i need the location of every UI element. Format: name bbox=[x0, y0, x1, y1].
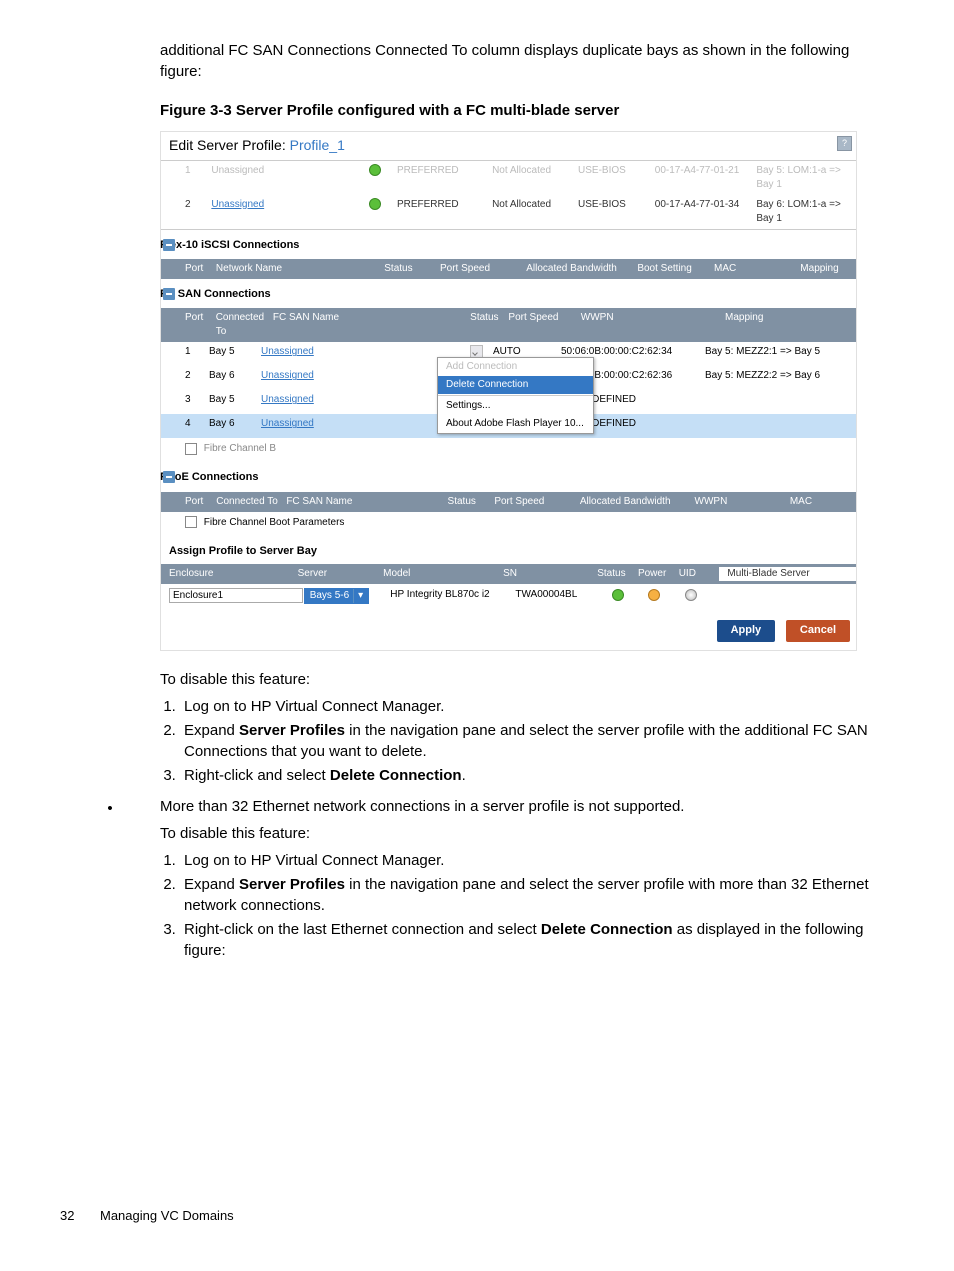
fc-header: Port Connected To FC SAN Name Status Por… bbox=[161, 308, 856, 342]
fc-san-link[interactable]: Unassigned bbox=[261, 346, 314, 357]
chevron-down-icon: ▾ bbox=[353, 589, 367, 603]
bullet-icon: • bbox=[60, 796, 160, 967]
fibre-boot-checkbox-row-2: Fibre Channel Boot Parameters bbox=[161, 512, 856, 536]
page-number: 32 bbox=[60, 1207, 74, 1225]
section-fcsan: FC SAN Connections bbox=[161, 279, 856, 308]
uid-icon[interactable] bbox=[685, 589, 697, 601]
power-icon bbox=[648, 589, 660, 601]
step-item: Expand Server Profiles in the navigation… bbox=[180, 874, 894, 916]
bays-dropdown[interactable]: Bays 5-6▾ bbox=[304, 588, 370, 604]
window-title: Edit Server Profile: Profile_1 bbox=[161, 132, 856, 160]
status-ok-icon bbox=[612, 589, 624, 601]
ctx-about-flash[interactable]: About Adobe Flash Player 10... bbox=[438, 415, 593, 433]
step-item: Log on to HP Virtual Connect Manager. bbox=[180, 850, 894, 871]
fc-san-link[interactable]: Unassigned bbox=[261, 418, 314, 429]
eth-row: 2 Unassigned PREFERRED Not Allocated USE… bbox=[161, 195, 856, 229]
fibre-boot-checkbox-row: Fibre Channel B bbox=[161, 438, 856, 462]
flex10-header: Port Network Name Status Port Speed Allo… bbox=[161, 259, 856, 279]
figure-caption: Figure 3-3 Server Profile configured wit… bbox=[160, 100, 894, 121]
ctx-settings[interactable]: Settings... bbox=[438, 397, 593, 415]
help-icon[interactable]: ? bbox=[837, 136, 852, 151]
apply-button[interactable]: Apply bbox=[717, 620, 776, 641]
step-item: Expand Server Profiles in the navigation… bbox=[180, 720, 894, 762]
status-ok-icon bbox=[369, 198, 381, 210]
profile-name: Profile_1 bbox=[290, 137, 345, 153]
assign-header: Enclosure Server Model SN Status Power U… bbox=[161, 564, 856, 584]
ctx-delete-connection[interactable]: Delete Connection bbox=[438, 376, 593, 394]
disable-feature-intro-1: To disable this feature: bbox=[160, 669, 894, 690]
collapse-icon[interactable] bbox=[163, 288, 175, 300]
step-item: Right-click and select Delete Connection… bbox=[180, 765, 894, 786]
step-item: Right-click on the last Ethernet connect… bbox=[180, 919, 894, 961]
fcoe-header: Port Connected To FC SAN Name Status Por… bbox=[161, 492, 856, 512]
screenshot-figure: ? Edit Server Profile: Profile_1 1 Unass… bbox=[160, 131, 857, 651]
assign-profile-title: Assign Profile to Server Bay bbox=[161, 536, 856, 564]
ctx-add-connection: Add Connection bbox=[438, 358, 593, 376]
cancel-button[interactable]: Cancel bbox=[786, 620, 850, 641]
bullet-text: More than 32 Ethernet network connection… bbox=[160, 796, 894, 817]
section-flex10: Flex-10 iSCSI Connections bbox=[161, 230, 856, 259]
bullet-item: • More than 32 Ethernet network connecti… bbox=[60, 796, 894, 967]
footer-title: Managing VC Domains bbox=[100, 1207, 234, 1225]
status-ok-icon bbox=[369, 164, 381, 176]
section-fcoe: FCoE Connections bbox=[161, 462, 856, 491]
intro-paragraph: additional FC SAN Connections Connected … bbox=[160, 40, 894, 82]
steps-list-1: Log on to HP Virtual Connect Manager. Exp… bbox=[180, 696, 894, 786]
step-item: Log on to HP Virtual Connect Manager. bbox=[180, 696, 894, 717]
enclosure-input[interactable] bbox=[169, 588, 303, 603]
checkbox[interactable] bbox=[185, 443, 197, 455]
collapse-icon[interactable] bbox=[163, 471, 175, 483]
steps-list-2: Log on to HP Virtual Connect Manager. Exp… bbox=[180, 850, 894, 961]
assign-row: Bays 5-6▾ HP Integrity BL870c i2 TWA0000… bbox=[161, 584, 856, 608]
eth-row: 1 Unassigned PREFERRED Not Allocated USE… bbox=[161, 161, 856, 195]
fc-san-link[interactable]: Unassigned bbox=[261, 394, 314, 405]
context-menu: Add Connection Delete Connection Setting… bbox=[437, 357, 594, 434]
collapse-icon[interactable] bbox=[163, 239, 175, 251]
fc-san-link[interactable]: Unassigned bbox=[261, 370, 314, 381]
disable-feature-intro-2: To disable this feature: bbox=[160, 823, 894, 844]
network-link[interactable]: Unassigned bbox=[211, 199, 264, 210]
checkbox[interactable] bbox=[185, 516, 197, 528]
